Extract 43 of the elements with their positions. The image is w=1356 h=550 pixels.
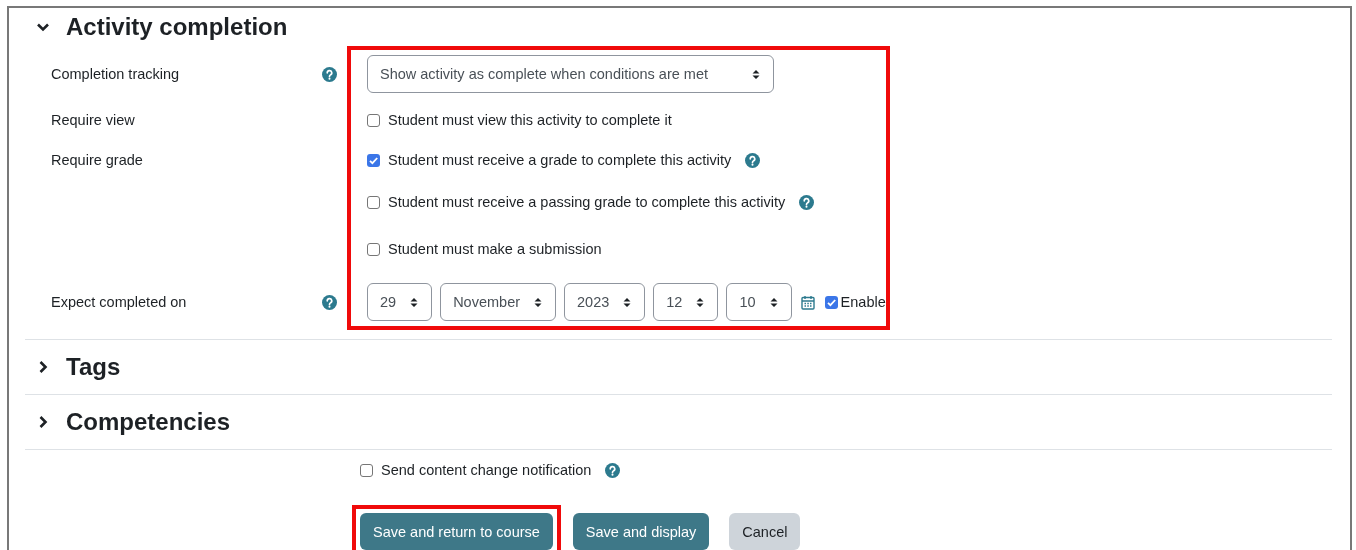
help-icon[interactable]	[321, 66, 337, 82]
sort-caret-icon	[769, 296, 778, 308]
checkbox[interactable]	[367, 113, 380, 127]
help-icon[interactable]	[605, 462, 621, 478]
field-label: Require grade	[51, 152, 143, 168]
dropdown-select[interactable]: 10	[726, 283, 792, 321]
checkbox-label: Student must receive a grade to complete this activity	[388, 152, 732, 168]
checkbox-label: Student must make a submission	[388, 241, 602, 257]
sort-caret-icon	[534, 296, 543, 308]
dropdown-select[interactable]: 12	[653, 283, 719, 321]
help-icon[interactable]	[745, 152, 761, 168]
help-icon[interactable]	[799, 194, 815, 210]
checkbox[interactable]	[367, 153, 380, 167]
checkbox-label: Enable	[840, 294, 886, 310]
save-button[interactable]: Save and display	[572, 513, 710, 550]
dropdown-select[interactable]: 29	[367, 283, 433, 321]
dropdown-select[interactable]: Show activity as complete when conditions are met	[367, 55, 774, 93]
checkbox[interactable]	[367, 195, 380, 209]
checkbox[interactable]	[824, 295, 838, 309]
dropdown-select[interactable]: 2023	[564, 283, 646, 321]
chevron-down-icon[interactable]	[36, 22, 50, 32]
dropdown-select[interactable]: November	[440, 283, 557, 321]
section-heading[interactable]: Tags	[66, 353, 121, 381]
cancel-button[interactable]: Cancel	[729, 513, 801, 550]
sort-caret-icon	[410, 296, 419, 308]
checkbox-label: Send content change notification	[381, 462, 592, 478]
calendar-icon[interactable]	[800, 294, 815, 310]
field-label: Require view	[51, 112, 135, 128]
chevron-right-icon[interactable]	[38, 415, 48, 429]
section-heading[interactable]: Competencies	[66, 408, 231, 436]
chevron-right-icon[interactable]	[38, 360, 48, 374]
checkbox[interactable]	[367, 242, 380, 256]
checkbox[interactable]	[360, 463, 373, 477]
checkbox-label: Student must receive a passing grade to complete this activity	[388, 194, 786, 210]
help-icon[interactable]	[321, 294, 337, 310]
save-button[interactable]: Save and return to course	[360, 513, 553, 550]
field-label: Expect completed on	[51, 294, 187, 310]
section-heading[interactable]: Activity completion	[66, 13, 288, 41]
sort-caret-icon	[623, 296, 632, 308]
field-label: Completion tracking	[51, 66, 180, 82]
checkbox-label: Student must view this activity to complete it	[388, 112, 672, 128]
sort-caret-icon	[696, 296, 705, 308]
sort-caret-icon	[752, 68, 760, 80]
